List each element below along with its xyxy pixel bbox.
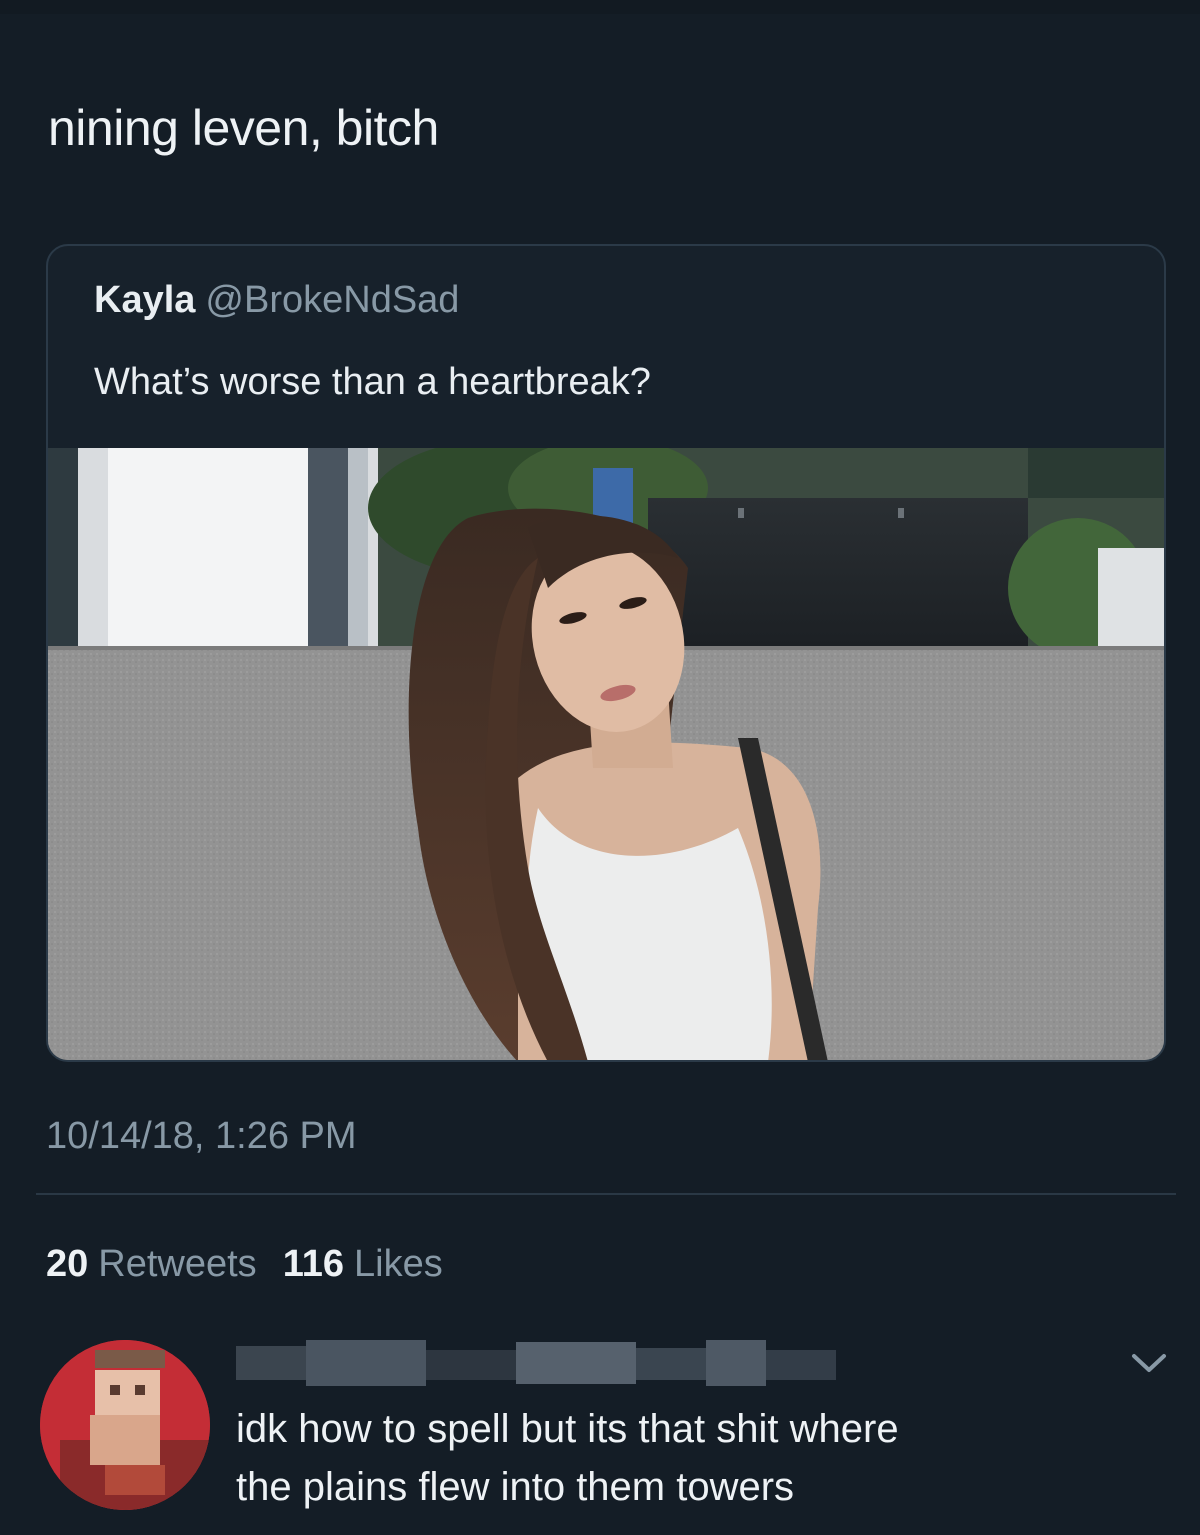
top-edge <box>0 0 1200 14</box>
retweets-label[interactable]: Retweets <box>98 1243 256 1285</box>
quoted-tweet-card[interactable]: Kayla @BrokeNdSad What’s worse than a hea… <box>46 244 1166 1062</box>
likes-label[interactable]: Likes <box>354 1243 443 1285</box>
quoted-author-name[interactable]: Kayla <box>94 279 195 321</box>
chevron-down-icon[interactable] <box>1124 1342 1174 1382</box>
quoted-author-handle[interactable]: @BrokeNdSad <box>205 279 459 321</box>
reply-text-line: idk how to spell but its that shit where <box>236 1407 899 1451</box>
reply-author-name-blurred <box>236 1340 836 1386</box>
quoted-tweet-text: What’s worse than a heartbreak? <box>94 361 651 403</box>
tweet-timestamp[interactable]: 10/14/18, 1:26 PM <box>46 1112 357 1160</box>
divider <box>36 1193 1176 1195</box>
likes-count[interactable]: 116 <box>283 1243 344 1285</box>
photo-illustration <box>48 438 1164 1060</box>
quoted-tweet-header: Kayla @BrokeNdSad <box>94 276 459 324</box>
quoted-tweet-photo[interactable] <box>48 438 1164 1060</box>
reply-avatar[interactable] <box>40 1340 210 1510</box>
tweet-text: nining leven, bitch <box>48 100 439 156</box>
reply-text: idk how to spell but its that shit where… <box>236 1400 1156 1516</box>
tweet-stats: 20 Retweets 116 Likes <box>46 1240 469 1288</box>
reply-text-line: the plains flew into them towers <box>236 1465 795 1509</box>
avatar-blurred-image <box>40 1340 210 1510</box>
retweets-count[interactable]: 20 <box>46 1243 88 1285</box>
